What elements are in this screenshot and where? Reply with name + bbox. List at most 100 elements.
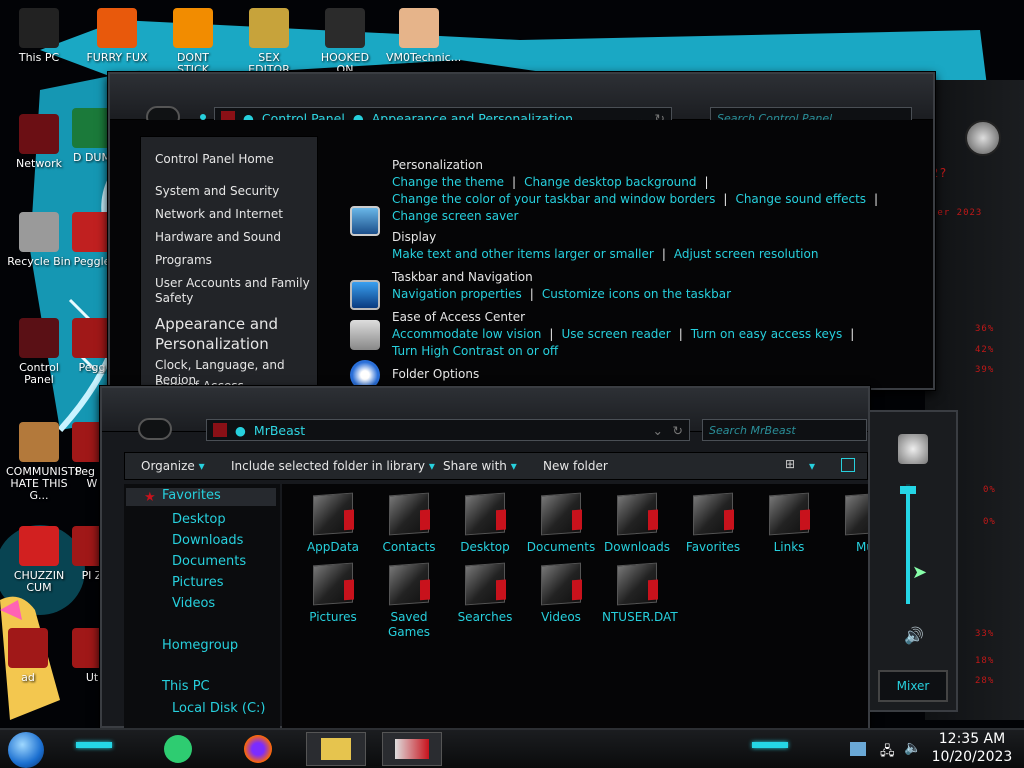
category-title[interactable]: Taskbar and Navigation xyxy=(392,268,731,286)
file-item-label: AppData xyxy=(306,540,360,554)
nav-pictures[interactable]: Pictures xyxy=(172,575,223,590)
view-options-icon[interactable]: ⊞ xyxy=(785,457,795,471)
link-screen-saver[interactable]: Change screen saver xyxy=(392,209,519,223)
control-panel-titlebar[interactable]: ● Control Panel ● Appearance and Persona… xyxy=(110,74,933,129)
nav-desktop[interactable]: Desktop xyxy=(172,512,226,527)
volume-tray-icon[interactable]: 🔈 xyxy=(904,740,921,756)
explorer-address-bar[interactable]: ● MrBeast ⌄ ↻ xyxy=(206,419,690,441)
folder-icon xyxy=(617,562,657,606)
link-screen-resolution[interactable]: Adjust screen resolution xyxy=(674,247,819,261)
desktop-icon[interactable]: This PC xyxy=(6,8,72,64)
file-item[interactable]: Documents xyxy=(526,492,596,555)
explorer-window: ● MrBeast ⌄ ↻ Search MrBeast Organize ▾ … xyxy=(100,386,885,728)
explorer-titlebar[interactable]: ● MrBeast ⌄ ↻ Search MrBeast xyxy=(102,388,868,441)
category-title[interactable]: Folder Options xyxy=(392,365,479,383)
desktop-icon[interactable]: Network xyxy=(6,114,72,170)
desktop-icon[interactable]: COMMUNISTS HATE THIS G... xyxy=(6,422,82,502)
file-item[interactable]: Desktop xyxy=(450,492,520,555)
volume-mixer: ➤ 🔊 Mixer xyxy=(868,410,958,712)
link-navigation-properties[interactable]: Navigation properties xyxy=(392,287,522,301)
desktop-icon[interactable]: DONT STICK xyxy=(160,8,226,76)
folder-icon xyxy=(617,492,657,536)
desktop-icon-label: VM0Technic... xyxy=(386,51,462,64)
taskbar-neon-accent xyxy=(752,742,788,748)
link-customize-icons[interactable]: Customize icons on the taskbar xyxy=(542,287,731,301)
nav-network-internet[interactable]: Network and Internet xyxy=(155,207,315,222)
chevron-down-icon[interactable]: ▾ xyxy=(809,459,815,473)
nav-documents[interactable]: Documents xyxy=(172,554,246,569)
volume-slider-thumb[interactable] xyxy=(900,486,916,494)
desktop-icon[interactable]: SEX EDITOR xyxy=(236,8,302,76)
link-taskbar-color[interactable]: Change the color of your taskbar and win… xyxy=(392,192,715,206)
desktop-icon[interactable]: Control Panel xyxy=(6,318,72,386)
file-item[interactable]: Downloads xyxy=(602,492,672,555)
file-item[interactable]: AppData xyxy=(298,492,368,555)
file-item[interactable]: Links xyxy=(754,492,824,555)
volume-slider-fill xyxy=(906,494,910,604)
desktop-icon[interactable]: VM0Technic... xyxy=(386,8,462,64)
link-easy-access-keys[interactable]: Turn on easy access keys xyxy=(691,327,842,341)
back-forward-icon[interactable] xyxy=(138,418,172,440)
preview-pane-icon[interactable] xyxy=(841,458,855,472)
firefox-icon xyxy=(97,8,137,48)
desktop-icon[interactable]: FURRY FUX xyxy=(84,8,150,64)
category-title[interactable]: Ease of Access Center xyxy=(392,308,862,326)
nav-this-pc[interactable]: This PC xyxy=(162,679,210,694)
category-ease-of-access: Ease of Access Center Accommodate low vi… xyxy=(392,308,862,360)
include-in-library-button[interactable]: Include selected folder in library ▾ xyxy=(231,459,435,473)
share-with-button[interactable]: Share with ▾ xyxy=(443,459,517,473)
desktop-icon[interactable]: HOOKED ON xyxy=(312,8,378,76)
file-item[interactable]: Saved Games xyxy=(374,562,444,640)
file-item[interactable]: Contacts xyxy=(374,492,444,555)
file-item[interactable]: Pictures xyxy=(298,562,368,625)
nav-programs[interactable]: Programs xyxy=(155,253,315,268)
nav-system-security[interactable]: System and Security xyxy=(155,184,315,199)
desktop-icon[interactable]: CHUZZIN CUM xyxy=(6,526,72,594)
refresh-icon[interactable]: ↻ xyxy=(673,423,683,438)
nav-videos[interactable]: Videos xyxy=(172,596,215,611)
status-readout: 0% xyxy=(983,517,996,527)
nav-control-panel-home[interactable]: Control Panel Home xyxy=(155,152,315,167)
file-item[interactable]: Videos xyxy=(526,562,596,625)
link-low-vision[interactable]: Accommodate low vision xyxy=(392,327,541,341)
link-high-contrast[interactable]: Turn High Contrast on or off xyxy=(392,344,558,358)
file-item[interactable]: NTUSER.DAT xyxy=(602,562,678,625)
file-item[interactable]: Favorites xyxy=(678,492,748,555)
taskbar-neon-accent xyxy=(76,742,112,748)
category-title[interactable]: Display xyxy=(392,228,818,246)
start-button[interactable] xyxy=(8,732,44,768)
clock[interactable]: 12:35 AM 10/20/2023 xyxy=(930,730,1014,766)
link-text-size[interactable]: Make text and other items larger or smal… xyxy=(392,247,654,261)
speaker-icon[interactable]: 🔊 xyxy=(904,626,924,645)
breadcrumb-mrbeast[interactable]: MrBeast xyxy=(254,423,305,438)
folder-icon xyxy=(465,562,505,606)
nav-hardware-sound[interactable]: Hardware and Sound xyxy=(155,230,315,245)
new-folder-button[interactable]: New folder xyxy=(543,459,608,473)
network-tray-icon[interactable] xyxy=(850,742,866,756)
chevron-down-icon[interactable]: ⌄ xyxy=(653,423,663,438)
nav-downloads[interactable]: Downloads xyxy=(172,533,243,548)
link-screen-reader[interactable]: Use screen reader xyxy=(561,327,670,341)
file-item-label: Videos xyxy=(541,610,581,624)
taskbar-notes-app-icon[interactable] xyxy=(164,735,192,763)
taskbar-control-panel-icon[interactable] xyxy=(382,732,442,766)
nav-user-accounts[interactable]: User Accounts and Family Safety xyxy=(155,276,315,306)
organize-button[interactable]: Organize ▾ xyxy=(141,459,205,473)
link-change-theme[interactable]: Change the theme xyxy=(392,175,504,189)
taskbar-firefox-icon[interactable] xyxy=(244,735,272,763)
taskbar-file-explorer-icon[interactable] xyxy=(306,732,366,766)
desktop-icon[interactable]: ad xyxy=(6,628,50,684)
file-item[interactable]: Searches xyxy=(450,562,520,625)
link-sound-effects[interactable]: Change sound effects xyxy=(735,192,866,206)
speaker-device-icon[interactable] xyxy=(898,434,928,464)
mixer-button[interactable]: Mixer xyxy=(878,670,948,702)
desktop-icon[interactable]: Recycle Bin xyxy=(6,212,72,268)
category-title[interactable]: Personalization xyxy=(392,156,886,174)
link-desktop-background[interactable]: Change desktop background xyxy=(524,175,696,189)
nav-local-disk[interactable]: Local Disk (C:) xyxy=(172,701,265,716)
explorer-search-input[interactable]: Search MrBeast xyxy=(702,419,867,441)
folder-icon xyxy=(693,492,733,536)
hooked-on-icon xyxy=(325,8,365,48)
network-status-icon[interactable]: 🖧 xyxy=(880,742,895,764)
nav-homegroup[interactable]: Homegroup xyxy=(162,638,238,653)
